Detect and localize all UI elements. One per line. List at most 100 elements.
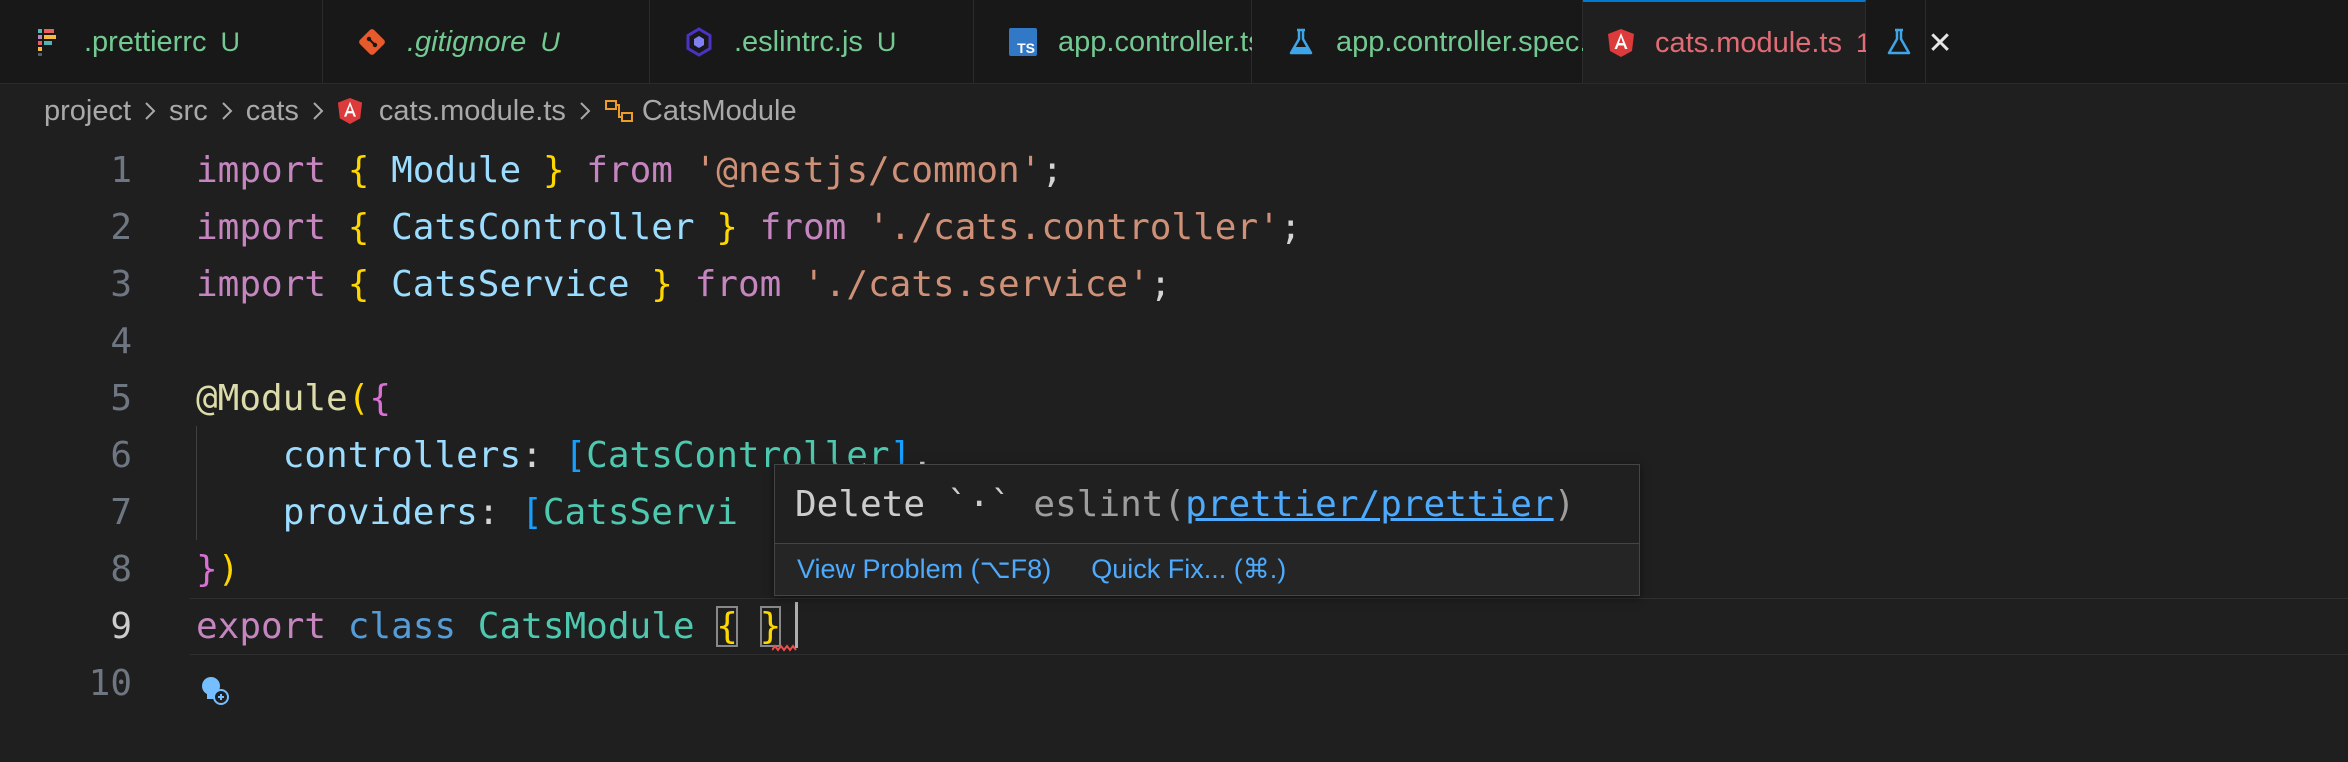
editor-tab-bar: .prettierrc U .gitignore U .eslintrc.js …: [0, 0, 2348, 84]
code-token: {: [716, 606, 738, 647]
code-token: from: [694, 264, 782, 305]
breadcrumb-item-file[interactable]: cats.module.ts: [379, 95, 566, 128]
code-token: CatsController: [391, 207, 695, 248]
code-token: './cats.controller': [868, 207, 1280, 248]
code-token: import: [196, 207, 327, 248]
code-token: {: [369, 378, 392, 419]
code-token: }: [716, 207, 738, 248]
breadcrumb-item-cats[interactable]: cats: [246, 95, 299, 128]
close-tab-icon[interactable]: ✕: [1928, 26, 1953, 61]
line-number: 2: [110, 207, 132, 248]
code-token: CatsModule: [477, 606, 695, 647]
code-token: [: [521, 492, 543, 533]
code-token: ;: [1041, 150, 1064, 191]
tab-prettierrc[interactable]: .prettierrc U: [0, 0, 323, 83]
code-token: import: [196, 264, 327, 305]
code-token: :: [521, 435, 565, 476]
code-line: 4: [0, 313, 2348, 370]
line-number: 3: [110, 264, 132, 305]
code-line: 5 @Module({: [0, 370, 2348, 427]
angular-icon: [337, 97, 363, 125]
code-token: :: [477, 492, 522, 533]
hover-source-end: ): [1553, 483, 1576, 525]
diagnostic-hover: Delete `·` eslint(prettier/prettier) Vie…: [774, 464, 1640, 596]
flask-icon: [1884, 27, 1914, 57]
line-number: 6: [110, 435, 132, 476]
line-code: import { CatsService } from './cats.serv…: [196, 256, 1171, 313]
tab-gitignore[interactable]: .gitignore U: [323, 0, 650, 83]
code-token: CatsServi: [542, 492, 738, 533]
line-number: 5: [110, 378, 132, 419]
code-token: '@nestjs/common': [694, 150, 1042, 191]
code-token: {: [347, 207, 370, 248]
symbol-class-icon: [604, 98, 634, 124]
breadcrumb-item-project[interactable]: project: [44, 95, 131, 128]
lightbulb-icon[interactable]: [198, 674, 232, 717]
code-line: 9 export class CatsModule { }: [0, 598, 2348, 655]
tab-overflow[interactable]: [1866, 0, 1926, 83]
line-number: 8: [110, 549, 132, 590]
typescript-icon: TS: [1008, 27, 1038, 57]
breadcrumb: project src cats cats.module.ts CatsModu…: [44, 88, 797, 134]
tab-label: .gitignore: [407, 25, 527, 58]
breadcrumb-item-symbol[interactable]: CatsModule: [642, 95, 797, 128]
line-number: 1: [110, 150, 132, 191]
tab-app-controller[interactable]: TS app.controller.ts U: [974, 0, 1296, 83]
code-token: {: [347, 150, 370, 191]
code-token: ;: [1279, 207, 1302, 248]
angular-icon: [1607, 28, 1635, 58]
code-token: from: [586, 150, 673, 191]
error-squiggle: [772, 644, 797, 652]
code-token: @Module: [196, 378, 348, 419]
code-token: providers: [282, 492, 478, 533]
chevron-right-icon: [143, 100, 157, 122]
git-icon: [357, 27, 387, 57]
tab-label: .prettierrc: [84, 25, 207, 58]
view-problem-link[interactable]: View Problem (⌥F8): [797, 554, 1051, 585]
code-token: class: [347, 606, 457, 647]
quick-fix-link[interactable]: Quick Fix... (⌘.): [1091, 554, 1286, 585]
svg-text:TS: TS: [1017, 40, 1035, 56]
code-editor[interactable]: 1 import { Module } from '@nestjs/common'…: [0, 136, 2348, 762]
tab-eslintrc[interactable]: .eslintrc.js U: [650, 0, 974, 83]
tab-label: app.controller.ts: [1058, 25, 1263, 58]
line-code: import { CatsController } from './cats.c…: [196, 199, 1302, 256]
line-code: import { Module } from '@nestjs/common';: [196, 142, 1063, 199]
code-token: }: [542, 150, 565, 191]
code-token: [: [564, 435, 587, 476]
code-line: 10: [0, 655, 2348, 712]
breadcrumb-item-src[interactable]: src: [169, 95, 208, 128]
tab-label: cats.module.ts: [1655, 26, 1842, 59]
code-token: CatsService: [391, 264, 630, 305]
line-code: providers: [CatsServi: [196, 484, 738, 541]
rule-link[interactable]: prettier/prettier: [1185, 484, 1553, 525]
code-token: ;: [1149, 264, 1172, 305]
hover-actions: View Problem (⌥F8) Quick Fix... (⌘.): [775, 543, 1639, 595]
chevron-right-icon: [578, 100, 592, 122]
flask-icon: [1286, 27, 1316, 57]
text-cursor: [795, 602, 798, 648]
tab-app-controller-spec[interactable]: app.controller.spec.ts U: [1252, 0, 1644, 83]
tab-label: app.controller.spec.ts: [1336, 25, 1611, 58]
line-code: @Module({: [196, 370, 391, 427]
code-line: 3 import { CatsService } from './cats.ser…: [0, 256, 2348, 313]
code-token: ): [217, 549, 240, 590]
tab-cats-module[interactable]: cats.module.ts 1, U ✕: [1583, 0, 1953, 83]
eslint-icon: [684, 27, 714, 57]
